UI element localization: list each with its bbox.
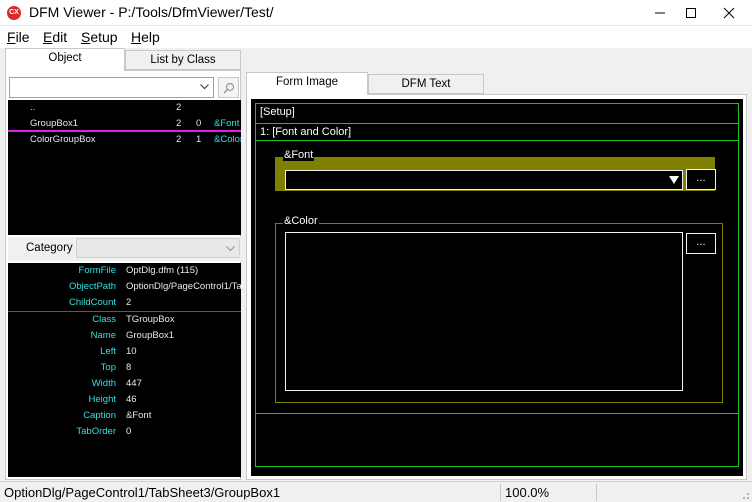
right-tab-bar: Form Image DFM Text	[246, 72, 746, 95]
close-button[interactable]	[706, 0, 752, 26]
menu-file[interactable]: File	[7, 29, 30, 45]
window-title: DFM Viewer - P:/Tools/DfmViewer/Test/	[29, 4, 274, 20]
tab-form-image[interactable]: Form Image	[246, 72, 368, 95]
prop-row[interactable]: ObjectPathOptionDlg/PageControl1/TabShee…	[8, 279, 241, 295]
tab-dfm-text[interactable]: DFM Text	[368, 74, 484, 94]
menu-bar: File Edit Setup Help	[0, 26, 752, 48]
page-label: 1: [Font and Color]	[260, 126, 352, 138]
title-bar: CX DFM Viewer - P:/Tools/DfmViewer/Test/	[0, 0, 752, 26]
tree-row-colorgroupbox[interactable]: ColorGroupBox 2 1 &Color	[8, 132, 241, 148]
tab-object[interactable]: Object	[5, 48, 125, 71]
tree-row-parent[interactable]: .. 2	[8, 100, 241, 116]
dropdown-arrow-icon	[669, 176, 679, 184]
prop-row[interactable]: Width 447	[8, 376, 241, 392]
prop-row[interactable]: Class TGroupBox	[8, 312, 241, 328]
status-bar: OptionDlg/PageControl1/TabSheet3/GroupBo…	[0, 481, 752, 502]
object-panel: .. 2 GroupBox1 2 0 &Font ColorGroupBox 2 1 &Col…	[5, 70, 241, 480]
page-divider	[255, 140, 739, 141]
prop-row[interactable]: Caption &Font	[8, 408, 241, 424]
close-icon	[723, 7, 735, 19]
menu-setup[interactable]: Setup	[81, 29, 118, 45]
maximize-icon	[686, 8, 696, 18]
category-combo[interactable]	[76, 238, 240, 258]
chevron-down-icon	[226, 246, 235, 252]
font-ellipsis-button[interactable]: ...	[686, 169, 716, 190]
font-combo[interactable]	[285, 170, 683, 190]
search-icon	[222, 82, 234, 94]
setup-label: [Setup]	[260, 106, 295, 118]
panel-splitter[interactable]	[241, 70, 244, 480]
resize-grip-icon[interactable]	[740, 490, 750, 500]
app-icon[interactable]: CX	[7, 6, 21, 20]
minimize-icon	[655, 12, 665, 14]
bottom-divider	[255, 413, 739, 414]
color-ellipsis-button[interactable]: ...	[686, 233, 716, 254]
prop-row[interactable]: Name GroupBox1	[8, 328, 241, 344]
property-list[interactable]: FormFile OptDlg.dfm (115) ObjectPath Optio…	[8, 263, 241, 477]
main-area: Object List by Class .. 2 GroupBox1 2 0 &Fon…	[0, 48, 752, 480]
prop-row[interactable]: Top 8	[8, 360, 241, 376]
menu-help[interactable]: Help	[131, 29, 160, 45]
color-list[interactable]	[285, 232, 683, 391]
search-button[interactable]	[218, 77, 239, 98]
left-tab-bar: Object List by Class	[5, 48, 241, 71]
form-image-panel: [Setup] 1: [Font and Color] &Font ... &C…	[246, 94, 747, 480]
menu-edit[interactable]: Edit	[43, 29, 67, 45]
status-zoom: 100.0%	[505, 485, 550, 500]
object-tree[interactable]: .. 2 GroupBox1 2 0 &Font ColorGroupBox 2 1 &Col…	[8, 100, 241, 235]
prop-row[interactable]: TabOrder 0	[8, 424, 241, 440]
prop-row[interactable]: FormFile OptDlg.dfm (115)	[8, 263, 241, 279]
status-divider	[500, 484, 501, 501]
category-row: Category	[8, 237, 241, 261]
object-search-combo[interactable]	[9, 77, 214, 98]
status-divider	[596, 484, 597, 501]
setup-divider	[255, 123, 739, 124]
category-label: Category	[26, 242, 73, 254]
font-group-caption: &Font	[283, 149, 315, 161]
color-group-caption: &Color	[283, 215, 319, 227]
form-image-canvas[interactable]: [Setup] 1: [Font and Color] &Font ... &C…	[251, 99, 743, 476]
chevron-down-icon[interactable]	[200, 84, 209, 90]
prop-row[interactable]: Height 46	[8, 392, 241, 408]
tab-list-by-class[interactable]: List by Class	[125, 50, 241, 70]
prop-row[interactable]: Left 10	[8, 344, 241, 360]
prop-row[interactable]: ChildCount 2	[8, 295, 241, 311]
status-path: OptionDlg/PageControl1/TabSheet3/GroupBo…	[4, 485, 281, 500]
